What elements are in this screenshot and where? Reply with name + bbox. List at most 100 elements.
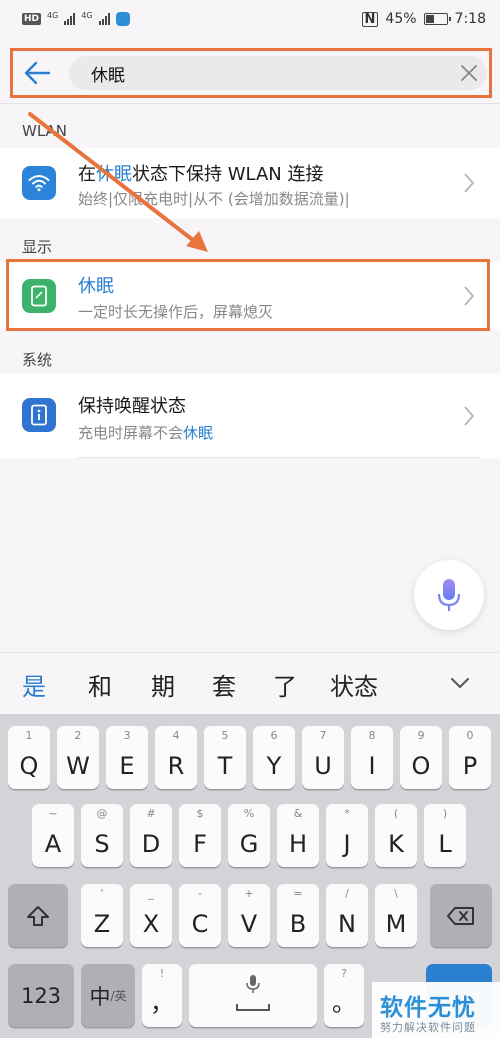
- system-info-icon: [22, 398, 56, 432]
- key-symbol: %: [243, 807, 255, 820]
- key-y[interactable]: 6Y: [253, 726, 295, 789]
- key-letter: F: [193, 830, 207, 858]
- key-symbol: _: [148, 887, 154, 900]
- key-x[interactable]: _ X: [130, 884, 172, 947]
- key-r[interactable]: 4R: [155, 726, 197, 789]
- key-h[interactable]: & H: [277, 804, 319, 867]
- key-symbol: @: [96, 807, 108, 820]
- signal-icon: [64, 13, 76, 25]
- key-v[interactable]: + V: [228, 884, 270, 947]
- shift-key[interactable]: [8, 884, 68, 947]
- key-letter: P: [462, 752, 478, 780]
- chevron-right-icon: [464, 173, 475, 193]
- key-symbol: -: [198, 887, 202, 900]
- key-letter: J: [343, 830, 351, 858]
- key-letter: D: [141, 830, 161, 858]
- key-j[interactable]: * J: [326, 804, 368, 867]
- result-display-sleep[interactable]: 休眠 一定时长无操作后，屏幕熄灭: [0, 262, 500, 330]
- key-symbol: 7: [319, 729, 327, 742]
- key-i[interactable]: 8I: [351, 726, 393, 789]
- key-p[interactable]: 0P: [449, 726, 491, 789]
- status-right: N 45% 7:18: [361, 11, 486, 27]
- key-m[interactable]: \ M: [375, 884, 417, 947]
- back-arrow-icon[interactable]: [15, 51, 59, 95]
- key-c[interactable]: -C: [179, 884, 221, 947]
- candidate-4[interactable]: 套: [212, 667, 236, 702]
- key-letter: X: [142, 910, 160, 938]
- key-s[interactable]: @ S: [81, 804, 123, 867]
- title-part: 在: [78, 164, 96, 185]
- key-symbol: 9: [417, 729, 425, 742]
- key-letter: L: [438, 830, 452, 858]
- key-z[interactable]: ' Z: [81, 884, 123, 947]
- key-f[interactable]: $ F: [179, 804, 221, 867]
- search-input[interactable]: 休眠: [69, 56, 487, 90]
- key-letter: U: [314, 752, 332, 780]
- backspace-key[interactable]: [430, 884, 492, 947]
- key-letter: A: [44, 830, 62, 858]
- candidate-3[interactable]: 期: [151, 667, 175, 702]
- key-letter: C: [191, 910, 209, 938]
- candidate-2[interactable]: 和: [88, 667, 112, 702]
- candidate-6[interactable]: 状态: [330, 667, 378, 702]
- key-t[interactable]: 5T: [204, 726, 246, 789]
- title-part: 状态下保持 WLAN 连接: [132, 164, 324, 185]
- key-letter: T: [217, 752, 233, 780]
- clear-icon[interactable]: [451, 56, 487, 90]
- result-system-stay-awake[interactable]: 保持唤醒状态 充电时屏幕不会休眠: [0, 374, 500, 458]
- language-switch-key[interactable]: 中/英: [81, 964, 135, 1027]
- key-letter: O: [411, 752, 431, 780]
- key-symbol: 8: [368, 729, 376, 742]
- key-n[interactable]: / N: [326, 884, 368, 947]
- section-label-display: 显示: [22, 238, 53, 256]
- key-symbol: 5: [221, 729, 229, 742]
- ime-candidate-bar: 是 和 期 套 了 状态: [0, 652, 500, 714]
- chevron-down-icon[interactable]: [448, 671, 472, 695]
- key-symbol: #: [146, 807, 156, 820]
- lang-cn-label: 中: [89, 984, 111, 1009]
- key-u[interactable]: 7U: [302, 726, 344, 789]
- key-d[interactable]: # D: [130, 804, 172, 867]
- key-g[interactable]: % G: [228, 804, 270, 867]
- result-subtitle: 一定时长无操作后，屏幕熄灭: [78, 303, 274, 321]
- key-a[interactable]: ~ A: [32, 804, 74, 867]
- key-b[interactable]: = B: [277, 884, 319, 947]
- key-o[interactable]: 9O: [400, 726, 442, 789]
- key-letter: N: [338, 910, 356, 938]
- numbers-key[interactable]: 123: [8, 964, 74, 1027]
- key-e[interactable]: 3E: [106, 726, 148, 789]
- key-symbol: /: [345, 887, 349, 900]
- key-letter: R: [167, 752, 185, 780]
- result-subtitle: 充电时屏幕不会休眠: [78, 422, 213, 443]
- section-label-wlan: WLAN: [22, 122, 68, 140]
- result-title: 保持唤醒状态: [78, 396, 186, 417]
- key-label: 123: [20, 983, 62, 1008]
- subtitle-highlight: 休眠: [183, 424, 214, 442]
- key-w[interactable]: 2W: [57, 726, 99, 789]
- key-letter: Q: [19, 752, 39, 780]
- comma-key[interactable]: !，: [142, 964, 182, 1027]
- key-symbol: 6: [270, 729, 278, 742]
- key-symbol: !: [159, 967, 165, 980]
- status-left: HD 4G 4G: [22, 10, 130, 26]
- candidate-5[interactable]: 了: [273, 667, 297, 702]
- key-symbol: 3: [123, 729, 131, 742]
- space-bar-icon: [236, 1004, 270, 1011]
- voice-search-button[interactable]: [414, 560, 484, 630]
- period-key[interactable]: ?。: [324, 964, 364, 1027]
- candidate-1[interactable]: 是: [22, 667, 46, 702]
- search-header: 休眠: [10, 48, 492, 98]
- key-k[interactable]: (K: [375, 804, 417, 867]
- key-letter: S: [94, 830, 110, 858]
- app-notification-icon: [115, 12, 130, 26]
- key-l[interactable]: ) L: [424, 804, 466, 867]
- search-query-text: 休眠: [91, 65, 125, 86]
- key-letter: G: [239, 830, 259, 858]
- result-wlan-keep-connected[interactable]: 在休眠状态下保持 WLAN 连接 始终|仅限充电时|从不 (会增加数据流量)|: [0, 148, 500, 218]
- key-symbol: $: [196, 807, 204, 820]
- microphone-icon: [246, 975, 260, 993]
- space-key[interactable]: [189, 964, 317, 1027]
- watermark-title: 软件无忧: [380, 995, 476, 1021]
- network-type-2: 4G: [81, 10, 93, 20]
- key-q[interactable]: 1Q: [8, 726, 50, 789]
